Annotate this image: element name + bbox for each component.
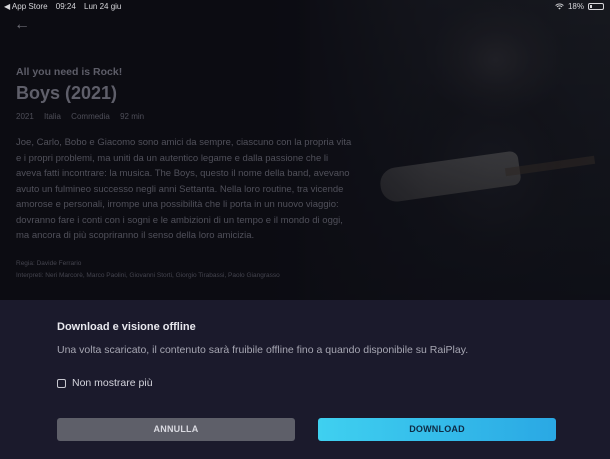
- movie-synopsis: Joe, Carlo, Bobo e Giacomo sono amici da…: [16, 137, 352, 241]
- download-button[interactable]: DOWNLOAD: [318, 418, 556, 441]
- movie-meta: 2021 Italia Commedia 92 min: [16, 112, 356, 121]
- status-time: 09:24: [55, 2, 76, 11]
- movie-title: Boys (2021): [16, 83, 118, 103]
- battery-icon: [588, 3, 604, 10]
- meta-duration: 92 min: [120, 112, 145, 121]
- dont-show-again-label[interactable]: Non mostrare più: [72, 377, 153, 389]
- cancel-button[interactable]: ANNULLA: [57, 418, 295, 441]
- battery-percent: 18%: [567, 2, 584, 11]
- dialog-message: Una volta scaricato, il contenuto sarà f…: [57, 344, 469, 356]
- movie-tagline: All you need is Rock!: [16, 66, 123, 78]
- dialog-title: Download e visione offline: [57, 321, 196, 333]
- status-right: 18%: [555, 2, 604, 11]
- status-bar: ◀ App Store 09:24 Lun 24 giu 18%: [0, 0, 610, 14]
- movie-credits: Regia: Davide Ferrario Interpreti: Neri …: [16, 258, 356, 282]
- meta-genre: Commedia: [71, 112, 110, 121]
- meta-year: 2021: [16, 112, 34, 121]
- status-date: Lun 24 giu: [84, 2, 122, 11]
- wifi-icon: [555, 3, 564, 10]
- download-dialog: Download e visione offline Una volta sca…: [0, 300, 610, 459]
- movie-details: All you need is Rock! Boys (2021) 2021 I…: [16, 66, 356, 282]
- dont-show-again-checkbox[interactable]: [57, 378, 66, 388]
- movie-director: Regia: Davide Ferrario: [16, 259, 82, 267]
- back-to-app-store[interactable]: ◀ App Store: [4, 2, 48, 11]
- back-arrow-icon[interactable]: ←: [14, 17, 30, 33]
- status-left: ◀ App Store 09:24 Lun 24 giu: [4, 2, 127, 11]
- dont-show-again-row[interactable]: Non mostrare più: [57, 377, 153, 389]
- movie-cast: Interpreti: Neri Marcorè, Marco Paolini,…: [16, 271, 280, 279]
- meta-country: Italia: [44, 112, 61, 121]
- battery-level: [590, 5, 592, 8]
